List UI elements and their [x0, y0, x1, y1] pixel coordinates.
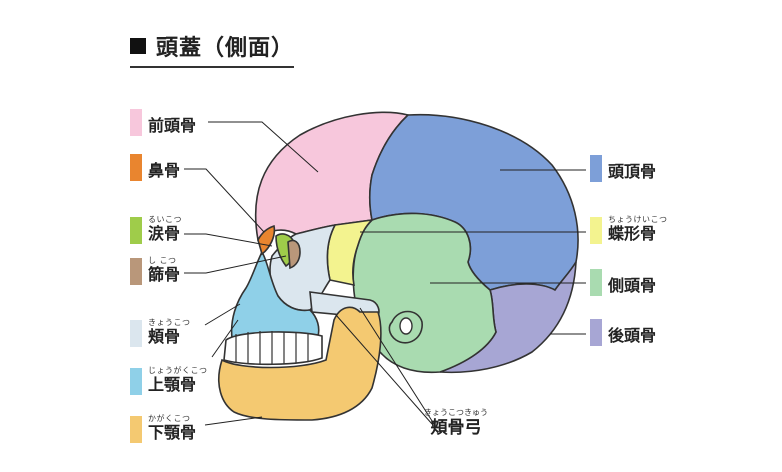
parietal-label-text: 頭頂骨: [608, 162, 657, 181]
sphenoid-label-text: 蝶形骨: [608, 224, 657, 243]
lacrimal-label-text: 涙骨: [148, 224, 181, 243]
mandible-label-text: 下顎骨: [148, 423, 197, 442]
label-lacrimal: るいこつ 涙骨: [130, 215, 182, 244]
label-occipital: 後頭骨: [590, 317, 656, 346]
sphenoid-swatch: [590, 217, 602, 244]
label-frontal: 前頭骨: [130, 107, 196, 136]
frontal-swatch: [130, 109, 142, 136]
label-nasal: 鼻骨: [130, 152, 180, 181]
label-maxilla: じょうがくこつ 上顎骨: [130, 366, 208, 395]
mandible-swatch: [130, 416, 142, 443]
zygomatic-arch-label-text: 頬骨弓: [430, 418, 482, 438]
label-parietal: 頭頂骨: [590, 153, 656, 182]
label-mandible: かがくこつ 下顎骨: [130, 414, 196, 443]
label-ethmoid: し こつ 篩骨: [130, 256, 180, 285]
ethmoid-swatch: [130, 258, 142, 285]
occipital-label-text: 後頭骨: [608, 326, 657, 345]
zygomatic-label-text: 頬骨: [148, 327, 181, 346]
label-zygomatic: きょうこつ 頬骨: [130, 318, 191, 347]
frontal-label-text: 前頭骨: [148, 116, 197, 135]
parietal-swatch: [590, 155, 602, 182]
lacrimal-swatch: [130, 217, 142, 244]
nasal-label-text: 鼻骨: [148, 161, 181, 180]
occipital-swatch: [590, 319, 602, 346]
upper-teeth: [223, 331, 323, 366]
maxilla-swatch: [130, 368, 142, 395]
zygomatic-arch-ruby: きょうこつきゅう: [424, 408, 488, 417]
label-zygomatic-arch: きょうこつきゅう 頬骨弓: [424, 408, 488, 439]
maxilla-label-text: 上顎骨: [148, 375, 197, 394]
temporal-swatch: [590, 269, 602, 296]
zygomatic-swatch: [130, 320, 142, 347]
nasal-swatch: [130, 154, 142, 181]
label-temporal: 側頭骨: [590, 267, 656, 296]
temporal-label-text: 側頭骨: [608, 276, 657, 295]
ethmoid-label-text: 篩骨: [148, 265, 181, 284]
label-sphenoid: ちょうけいこつ 蝶形骨: [590, 215, 668, 244]
